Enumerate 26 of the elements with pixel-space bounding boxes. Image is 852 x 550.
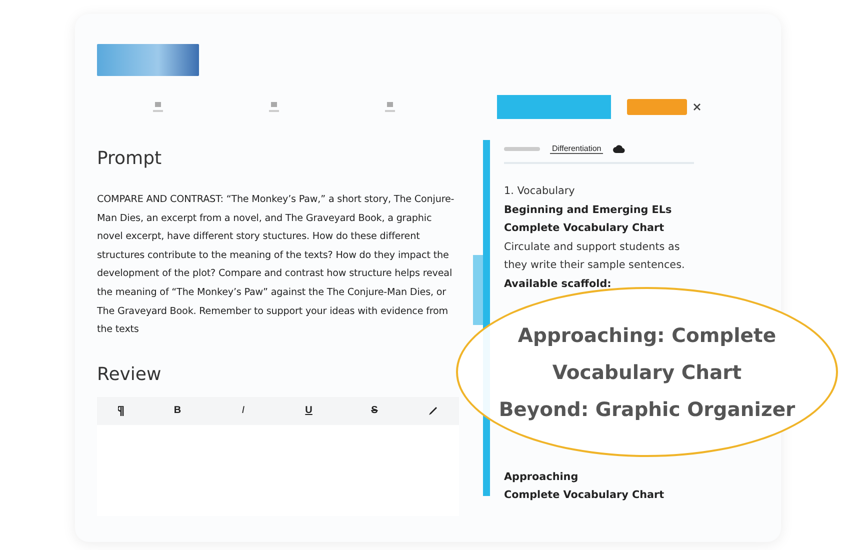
panel-text: 1. Vocabulary (504, 184, 576, 199)
panel-text: Complete Vocabulary Chart (504, 221, 666, 236)
panel-text: Complete Vocabulary Chart (504, 488, 666, 504)
bold-button[interactable]: B (165, 402, 190, 420)
blurred-tab[interactable] (504, 147, 540, 151)
panel-text: Available scaffold: (504, 276, 612, 292)
panel-text: Beginning and Emerging ELs (504, 202, 673, 218)
close-icon[interactable] (693, 103, 701, 111)
toolbar-icon[interactable] (383, 100, 397, 114)
pen-icon[interactable] (428, 406, 438, 416)
callout-text: Beyond: Graphic Organizer (498, 396, 796, 422)
callout-text: Vocabulary Chart (552, 360, 742, 386)
paragraph-icon[interactable] (118, 406, 124, 416)
callout-text: Approaching: Complete (518, 322, 776, 348)
toolbar-icon[interactable] (151, 100, 165, 114)
panel-text: Circulate and support students as they write their sample sentences. (504, 240, 686, 274)
cloud-icon[interactable] (613, 144, 626, 154)
italic-button[interactable]: I (231, 402, 256, 420)
tab[interactable]: Differentiation (550, 144, 604, 154)
panel-text: Approaching (504, 470, 580, 485)
toolbar-icon[interactable] (267, 100, 281, 114)
underline-button[interactable]: U (296, 402, 321, 420)
review-heading: Review (97, 364, 162, 385)
prompt-text: COMPARE AND CONTRAST: “The Monkey’s Paw,” a short story, The Conjure-Man Dies, an excerpt from a novel, and The Graveyard Book, a graphic novel excerpt, have different story stuctures. How do these different structures contribute to the meaning of the texts? How do they impact the development of the plot? Compare and contrast how structure helps reveal the meaning of “The Monkey’s Paw” against the The Conjure-Man Dies, or The Graveyard Book. Remember to support your ideas with evidence from the texts (97, 193, 456, 338)
prompt-heading: Prompt (97, 148, 163, 169)
strikethrough-button[interactable]: S (362, 402, 386, 420)
